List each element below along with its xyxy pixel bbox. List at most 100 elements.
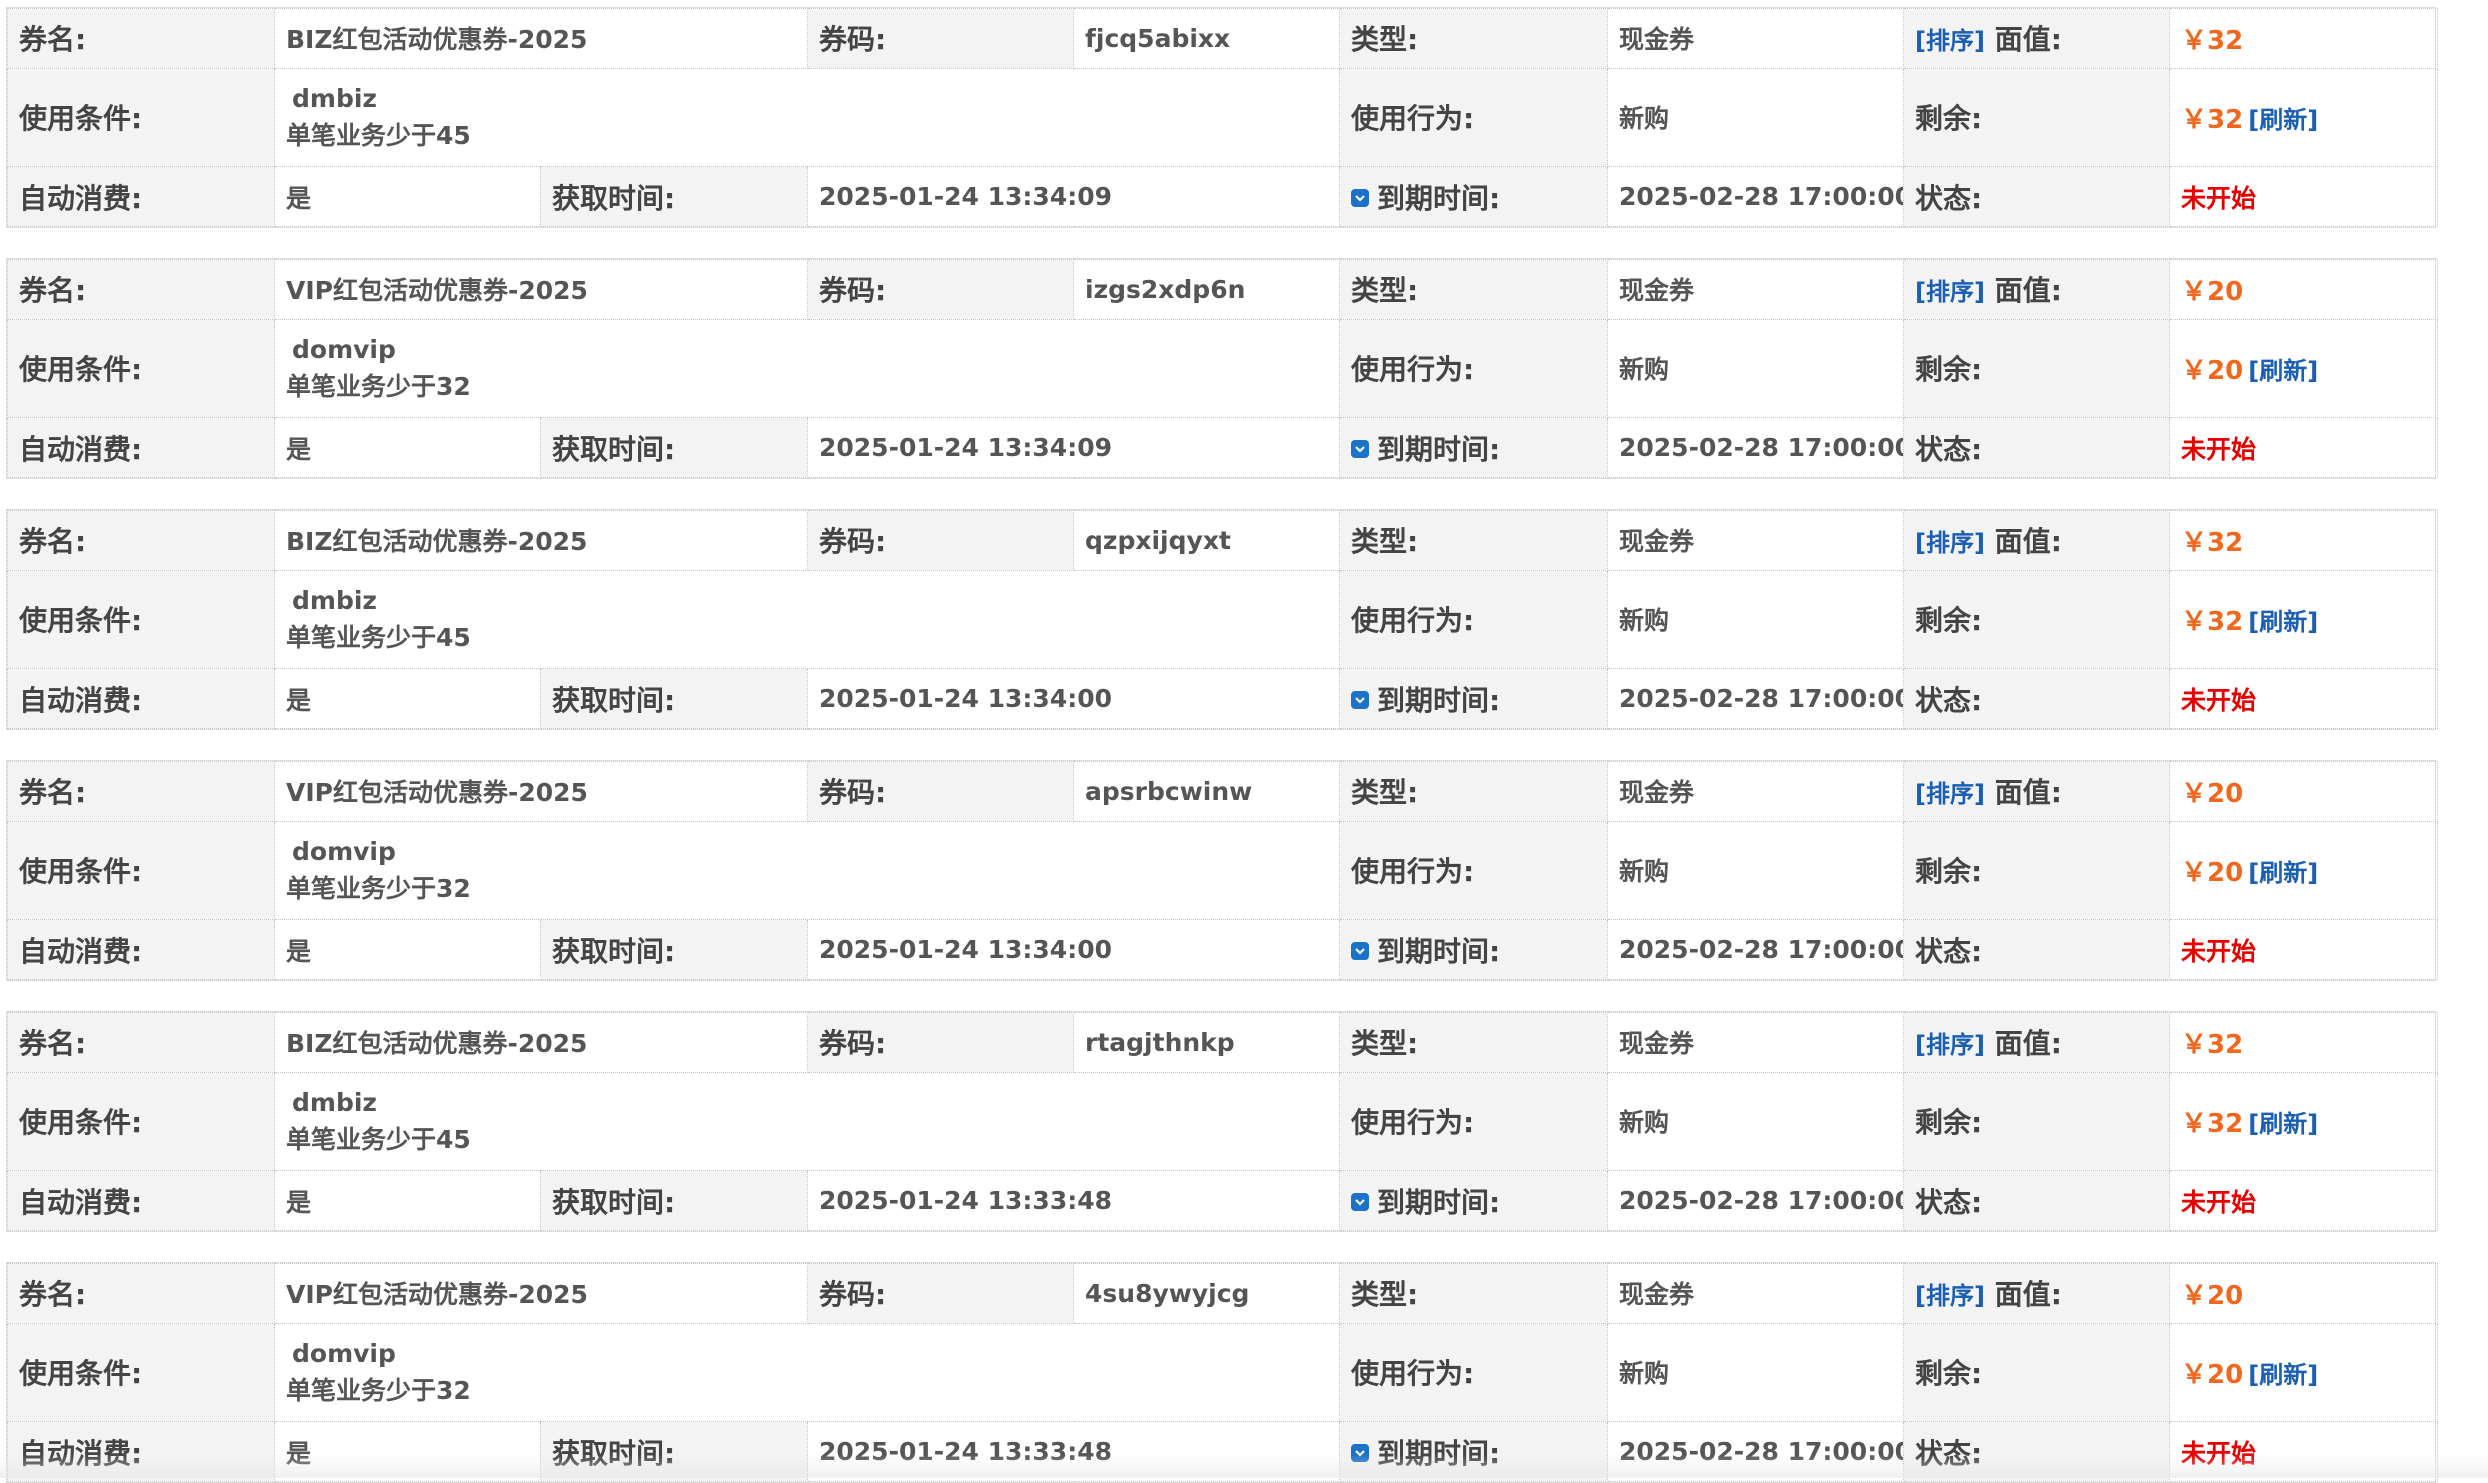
expire-time: 2025-02-28 17:00:00	[1607, 1170, 1905, 1231]
face-value-label: 面值:	[1994, 23, 2062, 57]
expand-down-icon[interactable]	[1351, 941, 1369, 960]
remaining-label: 剩余:	[1903, 1322, 2170, 1423]
coupon-table: 券名: BIZ红包活动优惠券-2025 券码: fjcq5abixx 类型: 现…	[7, 8, 2439, 227]
status-value: 未开始	[2169, 919, 2438, 980]
expire-time-label: 到期时间:	[1377, 1185, 1501, 1219]
remaining-cell: ￥32 [刷新]	[2169, 569, 2439, 670]
refresh-link[interactable]: [刷新]	[2248, 106, 2318, 134]
auto-consume-label: 自动消费:	[7, 166, 275, 227]
coupon-name: BIZ红包活动优惠券-2025	[273, 8, 809, 69]
remaining-cell: ￥32 [刷新]	[2169, 1071, 2439, 1172]
code-label: 券码:	[807, 1263, 1074, 1324]
type-label: 类型:	[1339, 1263, 1608, 1324]
face-value: ￥32	[2169, 1012, 2439, 1073]
expand-down-icon[interactable]	[1351, 1443, 1369, 1462]
status-label: 状态:	[1903, 1170, 2171, 1231]
sort-link[interactable]: [排序]	[1915, 780, 1985, 808]
coupon-card: 券名: VIP红包活动优惠券-2025 券码: izgs2xdp6n 类型: 现…	[6, 258, 2438, 479]
expire-time-label: 到期时间:	[1377, 683, 1501, 717]
remaining-value: ￥20	[2181, 355, 2244, 386]
condition-name: dmbiz	[292, 84, 377, 114]
remaining-cell: ￥32 [刷新]	[2169, 67, 2439, 168]
condition-cell: dmbiz 单笔业务少于45	[273, 569, 1341, 670]
expand-down-icon[interactable]	[1351, 1192, 1370, 1211]
status-label: 状态:	[1903, 668, 2171, 729]
usage-action: 新购	[1607, 67, 1905, 168]
refresh-link[interactable]: [刷新]	[2248, 1361, 2318, 1389]
expand-down-icon[interactable]	[1351, 439, 1369, 458]
coupon-code: qzpxijqyxt	[1073, 510, 1341, 571]
obtain-time-label: 获取时间:	[539, 668, 809, 729]
sort-link[interactable]: [排序]	[1915, 1031, 1985, 1059]
sort-link[interactable]: [排序]	[1915, 27, 1985, 55]
remaining-cell: ￥20 [刷新]	[2169, 318, 2438, 419]
expire-time: 2025-02-28 17:00:00	[1607, 668, 1905, 729]
expand-down-icon[interactable]	[1351, 188, 1370, 207]
coupon-code: rtagjthnkp	[1073, 1012, 1341, 1073]
face-value-header: [排序] 面值:	[1903, 1012, 2171, 1073]
obtain-time: 2025-01-24 13:34:00	[807, 919, 1340, 980]
expire-time-label: 到期时间:	[1377, 934, 1501, 968]
coupon-card: 券名: VIP红包活动优惠券-2025 券码: 4su8ywyjcg 类型: 现…	[6, 1262, 2438, 1483]
expand-down-icon[interactable]	[1351, 690, 1370, 709]
face-value-label: 面值:	[1994, 274, 2062, 308]
expire-time-label: 到期时间:	[1377, 432, 1501, 466]
condition-label: 使用条件:	[7, 67, 275, 168]
condition-label: 使用条件:	[7, 1071, 275, 1172]
condition-label: 使用条件:	[7, 569, 275, 670]
code-label: 券码:	[807, 761, 1074, 822]
expire-time-header: 到期时间:	[1339, 417, 1608, 478]
coupon-table: 券名: BIZ红包活动优惠券-2025 券码: rtagjthnkp 类型: 现…	[7, 1012, 2439, 1231]
face-value: ￥20	[2169, 761, 2438, 822]
refresh-link[interactable]: [刷新]	[2248, 1110, 2318, 1138]
usage-action: 新购	[1607, 820, 1904, 921]
coupon-type: 现金券	[1607, 1263, 1904, 1324]
expire-time-header: 到期时间:	[1339, 1170, 1609, 1231]
remaining-label: 剩余:	[1903, 67, 2171, 168]
face-value: ￥20	[2169, 1263, 2438, 1324]
status-value: 未开始	[2169, 1421, 2438, 1482]
obtain-time-label: 获取时间:	[540, 417, 808, 478]
face-value-label: 面值:	[1994, 1027, 2062, 1061]
obtain-time-label: 获取时间:	[540, 1421, 808, 1482]
refresh-link[interactable]: [刷新]	[2248, 859, 2318, 887]
action-label: 使用行为:	[1339, 820, 1608, 921]
refresh-link[interactable]: [刷新]	[2248, 608, 2318, 636]
coupon-name: VIP红包活动优惠券-2025	[274, 761, 808, 822]
auto-consume-value: 是	[274, 1421, 541, 1482]
remaining-value: ￥20	[2181, 857, 2244, 888]
type-label: 类型:	[1339, 510, 1609, 571]
type-label: 类型:	[1339, 1012, 1609, 1073]
expire-time-header: 到期时间:	[1339, 668, 1609, 729]
auto-consume-label: 自动消费:	[7, 417, 275, 478]
obtain-time: 2025-01-24 13:33:48	[807, 1170, 1341, 1231]
coupon-card: 券名: BIZ红包活动优惠券-2025 券码: qzpxijqyxt 类型: 现…	[6, 509, 2439, 730]
condition-rule: 单笔业务少于32	[286, 372, 471, 402]
usage-action: 新购	[1607, 1322, 1904, 1423]
expire-time: 2025-02-28 17:00:00	[1607, 166, 1905, 227]
refresh-link[interactable]: [刷新]	[2248, 357, 2318, 385]
type-label: 类型:	[1339, 8, 1609, 69]
remaining-value: ￥32	[2181, 606, 2244, 637]
remaining-label: 剩余:	[1903, 569, 2171, 670]
status-label: 状态:	[1903, 166, 2171, 227]
obtain-time: 2025-01-24 13:34:00	[807, 668, 1341, 729]
type-label: 类型:	[1339, 761, 1608, 822]
sort-link[interactable]: [排序]	[1915, 1282, 1985, 1310]
action-label: 使用行为:	[1339, 569, 1609, 670]
sort-link[interactable]: [排序]	[1915, 529, 1985, 557]
coupon-type: 现金券	[1607, 8, 1905, 69]
face-value-label: 面值:	[1994, 525, 2062, 559]
status-value: 未开始	[2169, 1170, 2439, 1231]
sort-link[interactable]: [排序]	[1915, 278, 1985, 306]
face-value: ￥20	[2169, 259, 2438, 320]
auto-consume-value: 是	[274, 417, 541, 478]
expire-time-header: 到期时间:	[1339, 1421, 1608, 1482]
expire-time-label: 到期时间:	[1377, 1436, 1501, 1470]
condition-name: dmbiz	[292, 586, 377, 616]
auto-consume-value: 是	[274, 166, 541, 227]
code-label: 券码:	[807, 510, 1075, 571]
expire-time: 2025-02-28 17:00:00	[1607, 1421, 1904, 1482]
status-label: 状态:	[1903, 1421, 2170, 1482]
coupon-type: 现金券	[1607, 761, 1904, 822]
